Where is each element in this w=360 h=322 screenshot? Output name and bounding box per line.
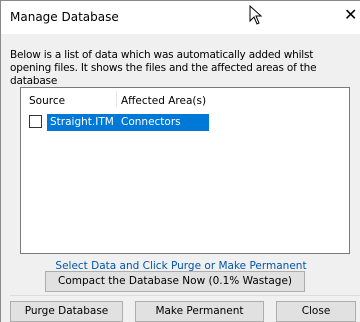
column-divider [116, 91, 117, 107]
divider [10, 295, 360, 296]
column-header-source[interactable]: Source [29, 95, 65, 107]
mouse-pointer-icon [249, 5, 263, 25]
row-source: Straight.ITM [50, 116, 114, 128]
close-window-icon[interactable]: ✕ [344, 7, 357, 23]
compact-database-button[interactable]: Compact the Database Now (0.1% Wastage) [45, 271, 305, 292]
title-bar: Manage Database ✕ [1, 1, 360, 34]
close-button[interactable]: Close [276, 301, 356, 322]
row-checkbox[interactable] [29, 115, 42, 128]
window-title: Manage Database [10, 10, 119, 24]
make-permanent-button[interactable]: Make Permanent [135, 301, 264, 322]
description-text: Below is a list of data which was automa… [10, 49, 317, 87]
source-list[interactable]: Source Affected Area(s) Straight.ITM Con… [20, 87, 350, 254]
purge-database-button[interactable]: Purge Database [10, 301, 123, 322]
manage-database-dialog: Manage Database ✕ Below is a list of dat… [0, 0, 360, 322]
row-affected-area: Connectors [121, 116, 181, 128]
column-header-affected-areas[interactable]: Affected Area(s) [121, 95, 206, 107]
